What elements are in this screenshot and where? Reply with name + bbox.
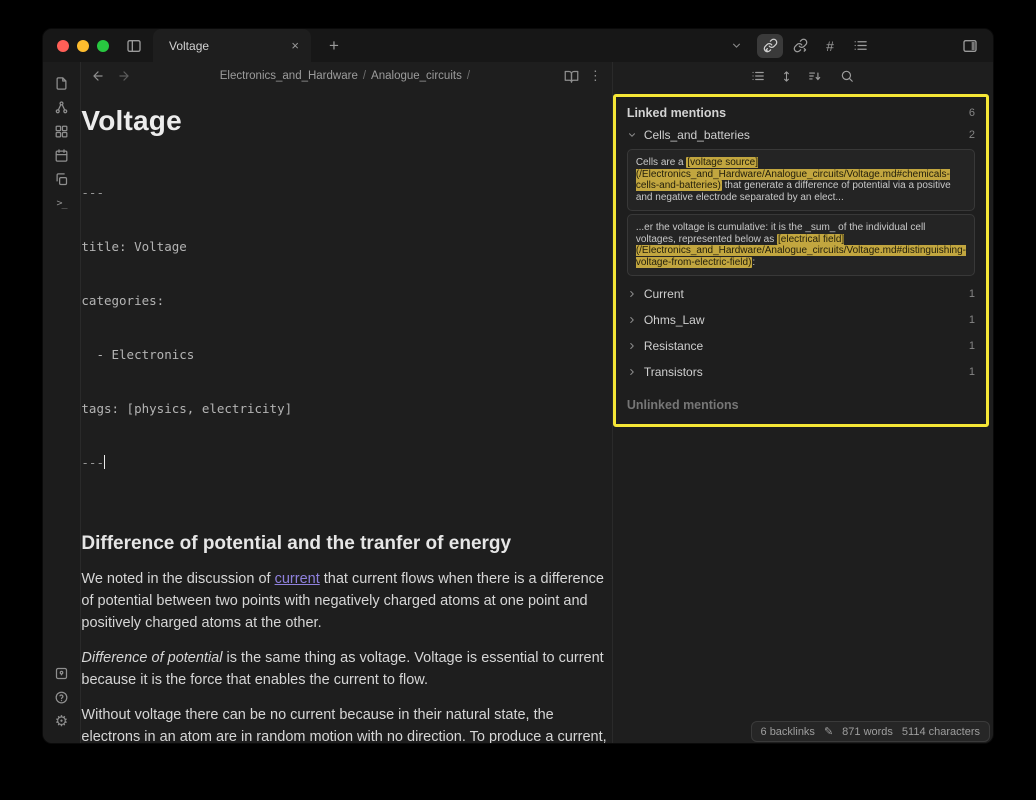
group-count: 1: [969, 340, 975, 352]
vault-switcher-icon[interactable]: [48, 661, 76, 685]
titlebar: Voltage × + #: [43, 29, 993, 62]
quick-switcher-icon[interactable]: [48, 71, 76, 95]
frontmatter-close: ---: [81, 454, 611, 472]
right-sidebar-toggle-icon[interactable]: [957, 34, 983, 58]
group-count: 1: [969, 288, 975, 300]
settings-gear-icon[interactable]: ⚙: [48, 709, 76, 733]
tab-list-chevron-icon[interactable]: [730, 39, 743, 52]
frontmatter-open: ---: [81, 184, 611, 202]
breadcrumb-folder[interactable]: Analogue_circuits: [371, 70, 462, 82]
chevron-right-icon: [627, 315, 637, 325]
chevron-down-icon: [627, 130, 637, 140]
backlink-group-ohms-law[interactable]: Ohms_Law 1: [627, 305, 975, 331]
status-character-count: 5114 characters: [902, 726, 980, 738]
tab-title: Voltage: [169, 39, 287, 53]
breadcrumb-separator: /: [358, 70, 371, 82]
backlinks-icon[interactable]: [757, 34, 783, 58]
nav-back-icon[interactable]: [91, 69, 105, 83]
frontmatter-line: title: Voltage: [81, 238, 611, 256]
backlink-snippet[interactable]: ...er the voltage is cumulative: it is t…: [627, 214, 975, 276]
chevron-right-icon: [627, 289, 637, 299]
editor-header: Electronics_and_Hardware/Analogue_circui…: [81, 62, 612, 90]
view-switcher: #: [757, 34, 873, 58]
frontmatter-line: categories:: [81, 292, 611, 310]
frontmatter-line: tags: [physics, electricity]: [81, 400, 611, 418]
terminal-icon[interactable]: >_: [48, 191, 76, 215]
backlink-group-resistance[interactable]: Resistance 1: [627, 331, 975, 357]
group-count: 1: [969, 366, 975, 378]
paragraph: Difference of potential is the same thin…: [81, 647, 611, 691]
backlink-group-current[interactable]: Current 1: [627, 279, 975, 305]
group-count: 1: [969, 314, 975, 326]
help-icon[interactable]: [48, 685, 76, 709]
linked-mentions-title: Linked mentions: [627, 106, 726, 120]
backlink-group-cells-and-batteries[interactable]: Cells_and_batteries 2: [627, 120, 975, 146]
unlinked-mentions-header[interactable]: Unlinked mentions: [627, 398, 975, 412]
close-window-button[interactable]: [57, 40, 69, 52]
linked-mentions-annotation-box: Linked mentions 6 Cells_and_batteries 2 …: [613, 94, 989, 427]
left-ribbon: >_ ⚙: [43, 62, 81, 743]
backlinks-panel-header: [613, 62, 993, 90]
paragraph: We noted in the discussion of current th…: [81, 568, 611, 634]
paragraph: Without voltage there can be no current …: [81, 704, 611, 743]
status-word-count: 871 words: [842, 726, 893, 738]
reading-mode-icon[interactable]: [564, 69, 579, 84]
outgoing-links-icon[interactable]: [787, 34, 813, 58]
frontmatter-block: --- title: Voltage categories: - Electro…: [81, 148, 611, 508]
graph-view-icon[interactable]: [48, 95, 76, 119]
tab-close-icon[interactable]: ×: [287, 38, 303, 53]
backlink-group-transistors[interactable]: Transistors 1: [627, 357, 975, 383]
chevron-right-icon: [627, 367, 637, 377]
backlinks-list-icon[interactable]: [751, 69, 765, 83]
more-options-icon[interactable]: ⋮: [589, 68, 602, 84]
status-bar: 6 backlinks ✎ 871 words 5114 characters: [751, 721, 990, 742]
app-window: Voltage × + #: [42, 28, 994, 744]
tab-voltage[interactable]: Voltage ×: [153, 29, 311, 62]
collapse-results-icon[interactable]: [780, 70, 793, 83]
breadcrumb: Electronics_and_Hardware/Analogue_circui…: [131, 70, 564, 82]
nav-forward-icon[interactable]: [117, 69, 131, 83]
outline-icon[interactable]: [847, 34, 873, 58]
canvas-icon[interactable]: [48, 119, 76, 143]
edit-mode-pencil-icon[interactable]: ✎: [824, 725, 833, 738]
chevron-right-icon: [627, 341, 637, 351]
zoom-window-button[interactable]: [97, 40, 109, 52]
editor-pane: Electronics_and_Hardware/Analogue_circui…: [81, 62, 612, 743]
sort-order-icon[interactable]: [808, 69, 822, 83]
daily-note-calendar-icon[interactable]: [48, 143, 76, 167]
backlink-snippet[interactable]: Cells are a [voltage source](/Electronic…: [627, 149, 975, 211]
linked-mentions-header[interactable]: Linked mentions 6: [627, 106, 975, 120]
search-icon[interactable]: [840, 69, 854, 83]
frontmatter-line: - Electronics: [81, 346, 611, 364]
new-tab-button[interactable]: +: [323, 36, 345, 56]
backlinks-panel: Linked mentions 6 Cells_and_batteries 2 …: [612, 62, 993, 743]
text-cursor: [104, 455, 105, 469]
internal-link-current[interactable]: current: [275, 571, 320, 587]
desktop-background: Voltage × + #: [0, 0, 1036, 800]
minimize-window-button[interactable]: [77, 40, 89, 52]
breadcrumb-separator: /: [462, 70, 475, 82]
status-backlinks[interactable]: 6 backlinks: [761, 726, 815, 738]
window-controls: [43, 40, 121, 52]
left-sidebar-toggle-icon[interactable]: [121, 34, 147, 58]
tags-icon[interactable]: #: [817, 34, 843, 58]
note-title: Voltage: [81, 110, 611, 132]
group-count: 2: [969, 129, 975, 141]
linked-mentions-count: 6: [969, 107, 975, 119]
breadcrumb-folder[interactable]: Electronics_and_Hardware: [220, 70, 358, 82]
note-editor[interactable]: Voltage --- title: Voltage categories: -…: [81, 90, 612, 743]
copy-icon[interactable]: [48, 167, 76, 191]
section-heading: Difference of potential and the tranfer …: [81, 533, 611, 555]
